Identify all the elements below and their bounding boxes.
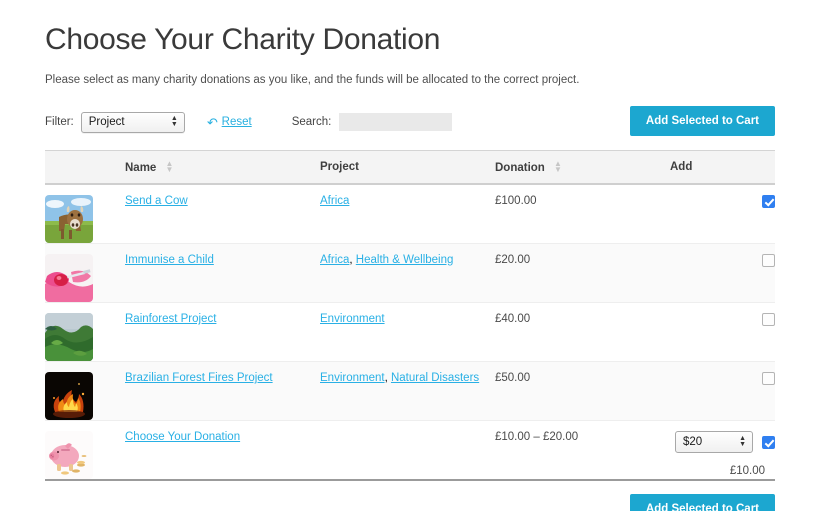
cell-add (670, 362, 775, 421)
row-subtotal: £10.00 (729, 465, 765, 477)
filter-select[interactable]: Project ▲ ▼ (80, 111, 185, 133)
cell-name: Rainforest Project (125, 303, 320, 362)
cell-project: Environment, Natural Disasters (320, 362, 495, 421)
add-checkbox[interactable] (762, 254, 775, 267)
product-name-link[interactable]: Choose Your Donation (125, 431, 240, 443)
table-footer: Add Selected to Cart (45, 494, 775, 511)
page-title: Choose Your Charity Donation (45, 23, 441, 56)
add-checkbox[interactable] (762, 313, 775, 326)
column-header-add: Add (670, 150, 775, 185)
table-row: Immunise a Child Africa, Health & Wellbe… (45, 243, 775, 303)
page-subtitle: Please select as many charity donations … (45, 74, 580, 86)
table-row: Send a Cow Africa £100.00 (45, 184, 775, 244)
add-selected-to-cart-button-top[interactable]: Add Selected to Cart (629, 106, 775, 136)
cell-add (670, 184, 775, 244)
search-input[interactable] (339, 113, 453, 131)
vaccination-thumbnail[interactable] (45, 254, 93, 302)
cell-add (670, 303, 775, 362)
filter-label: Filter: (45, 116, 74, 128)
project-link[interactable]: Natural Disasters (391, 372, 479, 384)
table-row: Choose Your Donation £10.00 – £20.00 $20… (45, 421, 775, 481)
cell-name: Brazilian Forest Fires Project (125, 362, 320, 421)
product-name-link[interactable]: Immunise a Child (125, 254, 214, 266)
cell-donation: £100.00 (495, 184, 670, 244)
cell-name: Send a Cow (125, 184, 320, 244)
table-body: Send a Cow Africa £100.00 Immunise a Chi… (45, 184, 775, 480)
quantity-and-checkbox: $20 ▲ ▼ (670, 431, 775, 453)
cell-donation: £20.00 (495, 244, 670, 303)
column-header-name[interactable]: Name ▲ ▼ (125, 150, 320, 185)
column-header-donation-label: Donation (495, 162, 545, 174)
column-header-name-label: Name (125, 162, 157, 174)
project-link[interactable]: Health & Wellbeing (356, 254, 454, 266)
table-toolbar: Filter: Project ▲ ▼ ↷ Reset Search: Add S… (45, 106, 775, 137)
reset-link[interactable]: Reset (222, 116, 252, 128)
project-link[interactable]: Environment (320, 313, 385, 325)
chevron-updown-icon: ▲ ▼ (170, 115, 178, 128)
donation-amount: £20.00 (495, 254, 531, 266)
product-name-link[interactable]: Send a Cow (125, 195, 188, 207)
donation-amount: £50.00 (495, 372, 531, 384)
table-row: Rainforest Project Environment £40.00 (45, 303, 775, 362)
cell-project (320, 421, 495, 481)
product-name-link[interactable]: Brazilian Forest Fires Project (125, 372, 273, 384)
cell-name: Choose Your Donation (125, 421, 320, 481)
search-label: Search: (291, 116, 332, 128)
page-container: Choose Your Charity Donation Please sele… (0, 0, 820, 511)
column-header-image (45, 150, 125, 185)
rainforest-thumbnail[interactable] (45, 313, 93, 361)
filter-select-value: Project (88, 116, 125, 128)
cell-project: Environment (320, 303, 495, 362)
project-link[interactable]: Africa (320, 195, 349, 207)
cell-name: Immunise a Child (125, 244, 320, 303)
piggy-bank-thumbnail[interactable] (45, 431, 93, 479)
forest-fire-thumbnail[interactable] (45, 372, 93, 420)
donation-amount: £10.00 – £20.00 (495, 431, 579, 443)
table-header: Name ▲ ▼ Project Donation ▲ ▼ Add (45, 150, 775, 185)
table-header-row: Name ▲ ▼ Project Donation ▲ ▼ Add (45, 150, 775, 185)
reset-arrow-icon: ↷ (206, 114, 218, 130)
cell-project: Africa (320, 184, 495, 244)
project-link[interactable]: Environment (320, 372, 385, 384)
project-link[interactable]: Africa (320, 254, 349, 266)
donation-amount: £40.00 (495, 313, 531, 325)
donation-amount-select[interactable]: $20 ▲ ▼ (675, 431, 753, 453)
chevron-updown-icon: ▲ ▼ (739, 435, 746, 448)
cell-donation: £40.00 (495, 303, 670, 362)
donation-amount: £100.00 (495, 195, 537, 207)
column-header-donation[interactable]: Donation ▲ ▼ (495, 150, 670, 185)
cell-image (45, 362, 125, 421)
reset-control[interactable]: ↷ Reset (206, 114, 252, 130)
cell-donation: £10.00 – £20.00 (495, 421, 670, 481)
donations-table: Name ▲ ▼ Project Donation ▲ ▼ Add Send a… (45, 150, 775, 481)
add-selected-to-cart-button-bottom[interactable]: Add Selected to Cart (629, 494, 775, 511)
donation-amount-select-value: $20 (683, 436, 703, 448)
cell-donation: £50.00 (495, 362, 670, 421)
product-name-link[interactable]: Rainforest Project (125, 313, 216, 325)
cell-image (45, 184, 125, 244)
table-row: Brazilian Forest Fires Project Environme… (45, 361, 775, 421)
add-checkbox[interactable] (762, 435, 775, 449)
cell-add: $20 ▲ ▼ £10.00 (670, 421, 775, 481)
cell-project: Africa, Health & Wellbeing (320, 244, 495, 303)
cell-add (670, 244, 775, 303)
sort-updown-icon[interactable]: ▲ ▼ (554, 160, 562, 174)
cell-image (45, 303, 125, 362)
add-checkbox[interactable] (762, 195, 775, 208)
cell-image (45, 421, 125, 481)
column-header-project[interactable]: Project (320, 150, 495, 185)
cell-image (45, 244, 125, 303)
add-checkbox[interactable] (762, 372, 775, 385)
cow-thumbnail[interactable] (45, 195, 93, 243)
sort-updown-icon[interactable]: ▲ ▼ (166, 160, 174, 174)
